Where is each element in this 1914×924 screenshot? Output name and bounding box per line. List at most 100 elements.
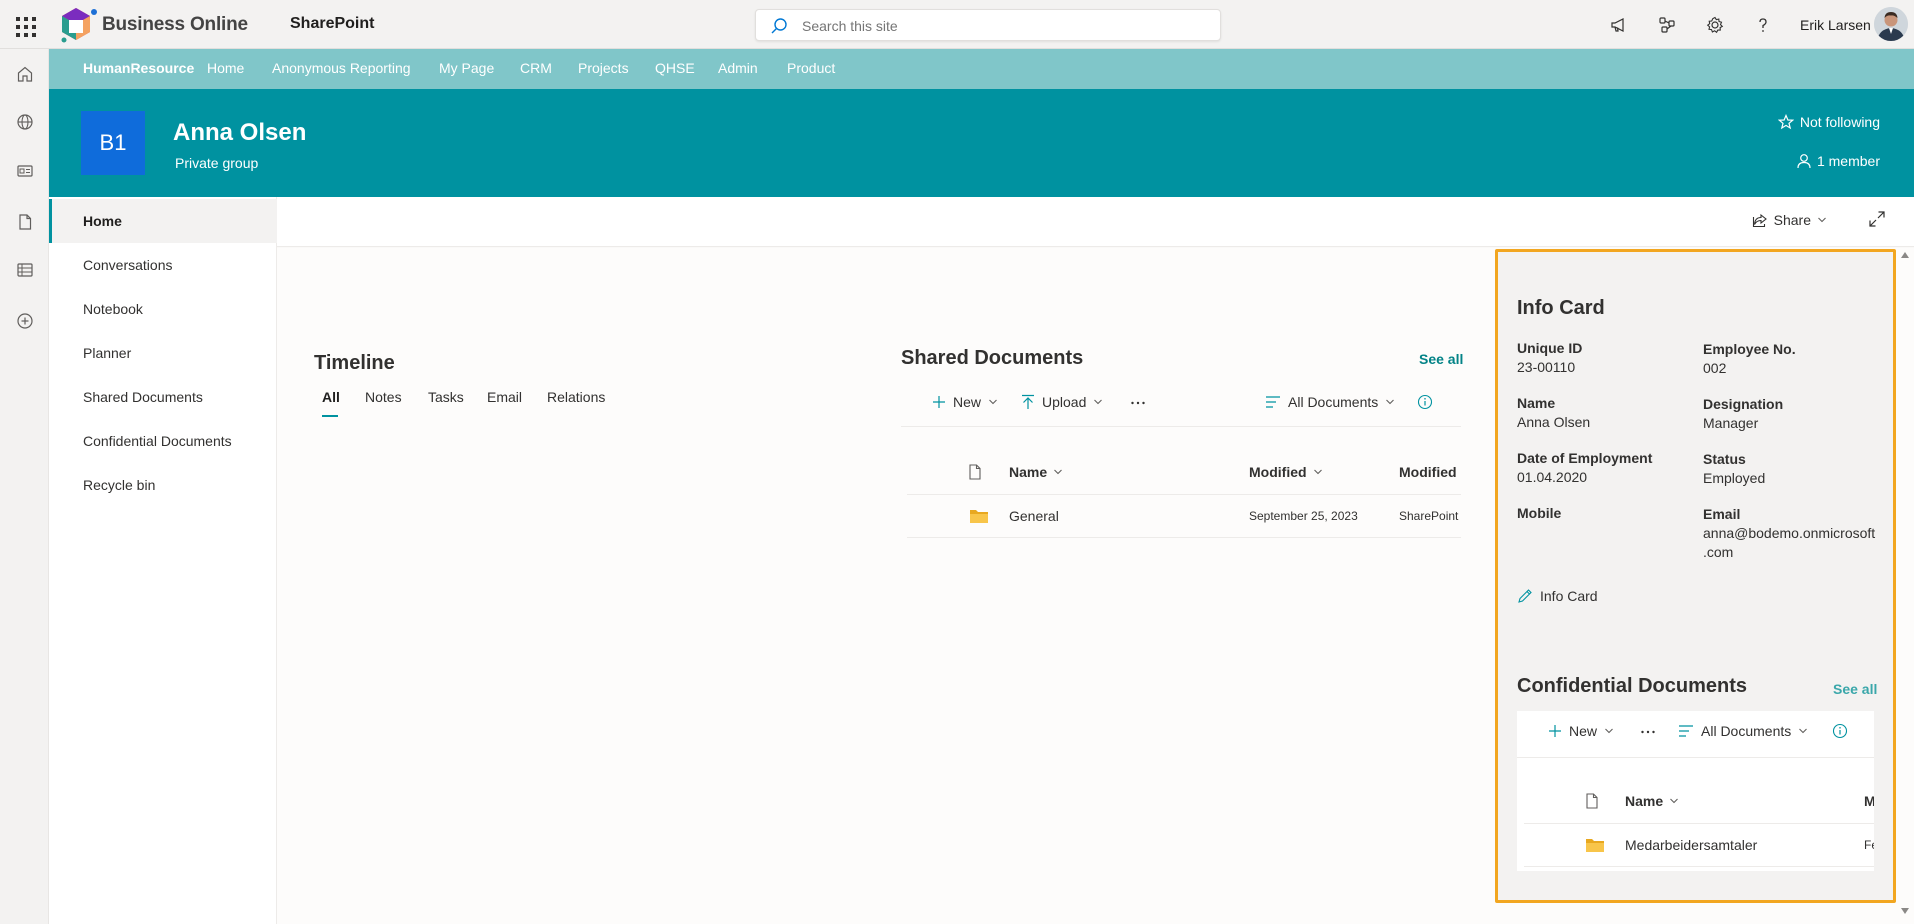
globe-icon[interactable]	[12, 109, 37, 134]
view-list-icon	[1678, 724, 1694, 738]
hub-item-admin[interactable]: Admin	[718, 60, 758, 76]
scroll-down-arrow-icon[interactable]	[1900, 907, 1910, 915]
column-header-modified-by[interactable]: Modified	[1399, 464, 1461, 480]
app-rail	[0, 49, 49, 924]
chevron-down-icon	[1313, 467, 1323, 477]
document-icon[interactable]	[12, 209, 37, 234]
column-header-name[interactable]: Name	[1009, 464, 1063, 480]
cd-file-type-column-icon[interactable]	[1585, 793, 1599, 809]
tab-tasks[interactable]: Tasks	[428, 389, 464, 405]
brand-logo-icon[interactable]	[56, 6, 100, 46]
cd-view-selector[interactable]: All Documents	[1678, 723, 1808, 739]
nav-item-planner[interactable]: Planner	[49, 331, 277, 375]
share-button[interactable]: Share	[1752, 212, 1827, 228]
hub-item-qhse[interactable]: QHSE	[655, 60, 695, 76]
members-button[interactable]: 1 member	[1797, 153, 1880, 169]
home-icon[interactable]	[12, 61, 37, 86]
nav-item-notebook[interactable]: Notebook	[49, 287, 277, 331]
mobile-label: Mobile	[1517, 505, 1562, 521]
vertical-scrollbar[interactable]	[1896, 249, 1914, 924]
scroll-up-arrow-icon[interactable]	[1900, 251, 1910, 259]
hub-item-product[interactable]: Product	[787, 60, 835, 76]
info-icon[interactable]	[1417, 394, 1433, 410]
cd-new-button[interactable]: New	[1548, 723, 1614, 739]
nav-item-confidential-documents[interactable]: Confidential Documents	[49, 419, 277, 463]
view-selector[interactable]: All Documents	[1265, 394, 1395, 410]
brand-name[interactable]: Business Online	[102, 14, 248, 36]
view-list-icon	[1265, 395, 1281, 409]
status-value: Employed	[1703, 470, 1766, 486]
hub-item-my-page[interactable]: My Page	[439, 60, 494, 76]
news-icon[interactable]	[12, 158, 37, 183]
name-value: Anna Olsen	[1517, 414, 1591, 430]
employee-no-value: 002	[1703, 360, 1727, 376]
divider	[901, 426, 1461, 427]
nav-item-home[interactable]: Home	[49, 199, 277, 243]
row-modified-by: SharePoint A	[1399, 509, 1461, 523]
lists-icon[interactable]	[12, 257, 37, 282]
column-header-modified[interactable]: Modified	[1249, 464, 1323, 480]
status-label: Status	[1703, 451, 1746, 467]
megaphone-icon[interactable]	[1606, 12, 1632, 38]
hub-item-anonymous-reporting[interactable]: Anonymous Reporting	[272, 60, 411, 76]
add-icon[interactable]	[12, 308, 37, 333]
date-of-employment-value: 01.04.2020	[1517, 469, 1588, 485]
chevron-down-icon	[1669, 796, 1679, 806]
app-launcher-icon[interactable]	[10, 11, 38, 39]
table-row[interactable]: General September 25, 2023 SharePoint A	[907, 495, 1461, 537]
follow-button[interactable]: Not following	[1777, 114, 1880, 130]
hub-item-home[interactable]: Home	[207, 60, 244, 76]
gear-icon[interactable]	[1702, 12, 1728, 38]
cd-column-header-modified[interactable]: M	[1864, 793, 1874, 809]
search-input[interactable]	[802, 18, 1202, 34]
chevron-down-icon	[1604, 726, 1614, 736]
confidential-documents-title: Confidential Documents	[1517, 675, 1748, 697]
help-icon[interactable]	[1750, 12, 1776, 38]
user-avatar[interactable]	[1874, 7, 1908, 41]
more-options-icon[interactable]	[1129, 394, 1147, 412]
site-logo[interactable]: B1	[81, 111, 145, 175]
shared-documents-see-all-link[interactable]: See all	[1419, 351, 1463, 367]
chevron-down-icon	[1093, 397, 1103, 407]
upload-button[interactable]: Upload	[1021, 394, 1103, 410]
user-name[interactable]: Erik Larsen	[1800, 17, 1871, 33]
column-name-label: Name	[1009, 464, 1048, 480]
active-tab-indicator	[322, 415, 338, 417]
email-value-line1[interactable]: anna@bodemo.onmicrosoft	[1703, 524, 1875, 543]
divider	[1524, 866, 1874, 867]
table-row[interactable]: Medarbeidersamtaler Fe	[1524, 824, 1874, 866]
flow-icon[interactable]	[1654, 12, 1680, 38]
search-box[interactable]	[755, 9, 1221, 41]
cd-info-icon[interactable]	[1832, 723, 1848, 739]
tab-all[interactable]: All	[322, 389, 340, 405]
tab-relations[interactable]: Relations	[547, 389, 605, 405]
folder-icon	[1585, 837, 1605, 853]
nav-item-recycle-bin[interactable]: Recycle bin	[49, 463, 277, 507]
tab-email[interactable]: Email	[487, 389, 522, 405]
hub-item-crm[interactable]: CRM	[520, 60, 552, 76]
site-header: B1 Anna Olsen Private group Not followin…	[49, 89, 1914, 197]
designation-label: Designation	[1703, 396, 1784, 412]
expand-icon[interactable]	[1868, 210, 1886, 228]
app-name[interactable]: SharePoint	[290, 15, 374, 33]
cd-more-options-icon[interactable]	[1639, 723, 1657, 741]
share-icon	[1752, 212, 1768, 228]
nav-item-shared-documents[interactable]: Shared Documents	[49, 375, 277, 419]
hub-item-humanresource[interactable]: HumanResource	[83, 60, 194, 76]
hub-item-projects[interactable]: Projects	[578, 60, 629, 76]
confidential-documents-see-all-link[interactable]: See all	[1833, 681, 1877, 697]
tab-notes[interactable]: Notes	[365, 389, 402, 405]
star-icon	[1777, 114, 1794, 130]
folder-icon	[969, 508, 989, 524]
cd-column-header-name[interactable]: Name	[1625, 793, 1679, 809]
divider	[1517, 757, 1874, 758]
file-type-column-icon[interactable]	[968, 464, 982, 480]
nav-item-conversations[interactable]: Conversations	[49, 243, 277, 287]
cd-row-name[interactable]: Medarbeidersamtaler	[1625, 837, 1757, 853]
edit-info-card-button[interactable]: Info Card	[1517, 588, 1598, 604]
email-value-line2[interactable]: .com	[1703, 543, 1733, 562]
row-name[interactable]: General	[1009, 508, 1059, 524]
view-label: All Documents	[1288, 394, 1379, 410]
new-button[interactable]: New	[932, 394, 998, 410]
site-title[interactable]: Anna Olsen	[173, 119, 306, 147]
